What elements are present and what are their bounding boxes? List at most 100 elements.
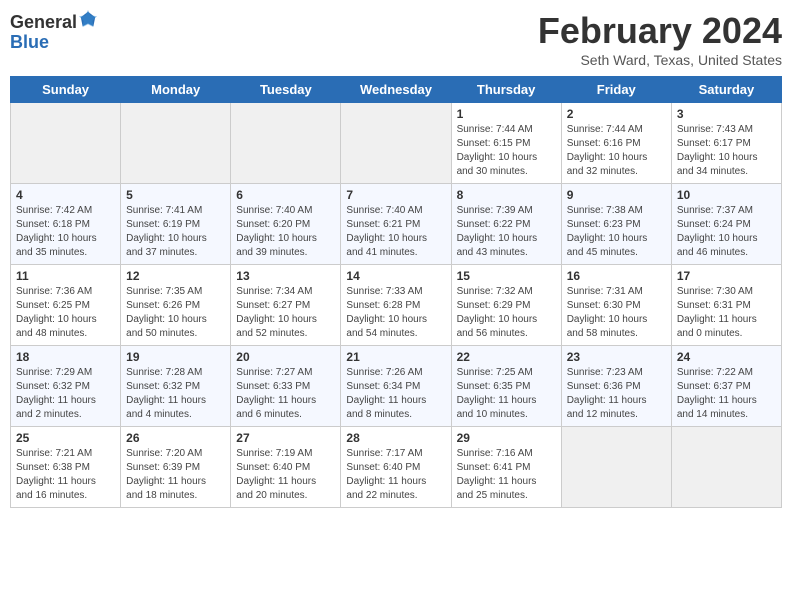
day-info: Sunrise: 7:20 AM Sunset: 6:39 PM Dayligh… (126, 447, 225, 503)
day-of-week-header: Friday (561, 77, 671, 103)
day-number: 6 (236, 188, 335, 202)
day-info: Sunrise: 7:17 AM Sunset: 6:40 PM Dayligh… (346, 447, 445, 503)
calendar-day-cell: 21Sunrise: 7:26 AM Sunset: 6:34 PM Dayli… (341, 346, 451, 427)
day-info: Sunrise: 7:38 AM Sunset: 6:23 PM Dayligh… (567, 204, 666, 260)
day-number: 10 (677, 188, 776, 202)
page-header: General Blue February 2024 Seth Ward, Te… (10, 10, 782, 68)
day-info: Sunrise: 7:33 AM Sunset: 6:28 PM Dayligh… (346, 285, 445, 341)
logo-icon (79, 10, 97, 28)
day-info: Sunrise: 7:44 AM Sunset: 6:16 PM Dayligh… (567, 123, 666, 179)
calendar-table: SundayMondayTuesdayWednesdayThursdayFrid… (10, 76, 782, 508)
day-of-week-header: Sunday (11, 77, 121, 103)
day-info: Sunrise: 7:43 AM Sunset: 6:17 PM Dayligh… (677, 123, 776, 179)
calendar-day-cell: 19 Sunrise: 7:28 AM Sunset: 6:32 PM Dayli… (121, 346, 231, 427)
calendar-week-row: 1 Sunrise: 7:44 AM Sunset: 6:15 PM Daylig… (11, 103, 782, 184)
day-number: 15 (457, 269, 556, 283)
calendar-day-cell: 16 Sunrise: 7:31 AM Sunset: 6:30 PM Dayli… (561, 265, 671, 346)
calendar-day-cell (121, 103, 231, 184)
day-info: Sunrise: 7:32 AM Sunset: 6:29 PM Dayligh… (457, 285, 556, 341)
day-info: Sunrise: 7:25 AM Sunset: 6:35 PM Dayligh… (457, 366, 556, 422)
calendar-day-cell: 29 Sunrise: 7:16 AM Sunset: 6:41 PM Dayli… (451, 427, 561, 508)
day-number: 23 (567, 350, 666, 364)
day-number: 29 (457, 431, 556, 445)
day-number: 18 (16, 350, 115, 364)
calendar-day-cell (341, 103, 451, 184)
day-of-week-header: Wednesday (341, 77, 451, 103)
day-number: 25 (16, 431, 115, 445)
calendar-day-cell: 15 Sunrise: 7:32 AM Sunset: 6:29 PM Dayli… (451, 265, 561, 346)
calendar-day-cell (11, 103, 121, 184)
calendar-day-cell: 13 Sunrise: 7:34 AM Sunset: 6:27 PM Dayli… (231, 265, 341, 346)
day-number: 24 (677, 350, 776, 364)
calendar-day-cell: 10 Sunrise: 7:37 AM Sunset: 6:24 PM Dayli… (671, 184, 781, 265)
day-info: Sunrise: 7:35 AM Sunset: 6:26 PM Dayligh… (126, 285, 225, 341)
day-of-week-header: Tuesday (231, 77, 341, 103)
calendar-day-cell: 7 Sunrise: 7:40 AM Sunset: 6:21 PM Daylig… (341, 184, 451, 265)
day-number: 8 (457, 188, 556, 202)
calendar-day-cell: 4 Sunrise: 7:42 AM Sunset: 6:18 PM Daylig… (11, 184, 121, 265)
day-info: Sunrise: 7:40 AM Sunset: 6:21 PM Dayligh… (346, 204, 445, 260)
calendar-day-cell: 20Sunrise: 7:27 AM Sunset: 6:33 PM Dayli… (231, 346, 341, 427)
calendar-day-cell (561, 427, 671, 508)
day-number: 19 (126, 350, 225, 364)
day-of-week-header: Monday (121, 77, 231, 103)
calendar-day-cell (231, 103, 341, 184)
calendar-day-cell: 17 Sunrise: 7:30 AM Sunset: 6:31 PM Dayli… (671, 265, 781, 346)
day-number: 22 (457, 350, 556, 364)
calendar-day-cell: 9 Sunrise: 7:38 AM Sunset: 6:23 PM Daylig… (561, 184, 671, 265)
day-info: Sunrise: 7:40 AM Sunset: 6:20 PM Dayligh… (236, 204, 335, 260)
calendar-day-cell: 28 Sunrise: 7:17 AM Sunset: 6:40 PM Dayli… (341, 427, 451, 508)
day-number: 4 (16, 188, 115, 202)
day-info: Sunrise: 7:19 AM Sunset: 6:40 PM Dayligh… (236, 447, 335, 503)
day-number: 9 (567, 188, 666, 202)
location-text: Seth Ward, Texas, United States (538, 52, 782, 68)
day-info: Sunrise: 7:44 AM Sunset: 6:15 PM Dayligh… (457, 123, 556, 179)
day-number: 17 (677, 269, 776, 283)
day-number: 16 (567, 269, 666, 283)
day-info: Sunrise: 7:31 AM Sunset: 6:30 PM Dayligh… (567, 285, 666, 341)
day-of-week-header: Thursday (451, 77, 561, 103)
calendar-day-cell: 12 Sunrise: 7:35 AM Sunset: 6:26 PM Dayli… (121, 265, 231, 346)
day-of-week-header: Saturday (671, 77, 781, 103)
day-info: Sunrise: 7:42 AM Sunset: 6:18 PM Dayligh… (16, 204, 115, 260)
calendar-day-cell: 8 Sunrise: 7:39 AM Sunset: 6:22 PM Daylig… (451, 184, 561, 265)
day-info: Sunrise: 7:22 AM Sunset: 6:37 PM Dayligh… (677, 366, 776, 422)
day-number: 3 (677, 107, 776, 121)
day-info: Sunrise: 7:29 AM Sunset: 6:32 PM Dayligh… (16, 366, 115, 422)
day-info: Sunrise: 7:41 AM Sunset: 6:19 PM Dayligh… (126, 204, 225, 260)
calendar-header-row: SundayMondayTuesdayWednesdayThursdayFrid… (11, 77, 782, 103)
logo: General Blue (10, 10, 97, 53)
calendar-day-cell: 25 Sunrise: 7:21 AM Sunset: 6:38 PM Dayli… (11, 427, 121, 508)
day-number: 12 (126, 269, 225, 283)
day-info: Sunrise: 7:21 AM Sunset: 6:38 PM Dayligh… (16, 447, 115, 503)
calendar-day-cell: 1 Sunrise: 7:44 AM Sunset: 6:15 PM Daylig… (451, 103, 561, 184)
day-info: Sunrise: 7:34 AM Sunset: 6:27 PM Dayligh… (236, 285, 335, 341)
calendar-week-row: 18 Sunrise: 7:29 AM Sunset: 6:32 PM Dayli… (11, 346, 782, 427)
calendar-day-cell: 22 Sunrise: 7:25 AM Sunset: 6:35 PM Dayli… (451, 346, 561, 427)
calendar-day-cell (671, 427, 781, 508)
day-info: Sunrise: 7:39 AM Sunset: 6:22 PM Dayligh… (457, 204, 556, 260)
calendar-week-row: 4 Sunrise: 7:42 AM Sunset: 6:18 PM Daylig… (11, 184, 782, 265)
day-number: 5 (126, 188, 225, 202)
day-number: 20 (236, 350, 335, 364)
day-number: 7 (346, 188, 445, 202)
day-info: Sunrise: 7:37 AM Sunset: 6:24 PM Dayligh… (677, 204, 776, 260)
day-info: Sunrise: 7:30 AM Sunset: 6:31 PM Dayligh… (677, 285, 776, 341)
day-info: Sunrise: 7:28 AM Sunset: 6:32 PM Dayligh… (126, 366, 225, 422)
day-info: Sunrise: 7:16 AM Sunset: 6:41 PM Dayligh… (457, 447, 556, 503)
day-number: 28 (346, 431, 445, 445)
title-block: February 2024 Seth Ward, Texas, United S… (538, 10, 782, 68)
logo-general-text: General (10, 12, 77, 32)
calendar-day-cell: 24 Sunrise: 7:22 AM Sunset: 6:37 PM Dayli… (671, 346, 781, 427)
day-number: 13 (236, 269, 335, 283)
calendar-day-cell: 14 Sunrise: 7:33 AM Sunset: 6:28 PM Dayli… (341, 265, 451, 346)
calendar-day-cell: 6 Sunrise: 7:40 AM Sunset: 6:20 PM Daylig… (231, 184, 341, 265)
calendar-day-cell: 11Sunrise: 7:36 AM Sunset: 6:25 PM Dayli… (11, 265, 121, 346)
day-number: 11 (16, 269, 115, 283)
day-number: 1 (457, 107, 556, 121)
calendar-day-cell: 2Sunrise: 7:44 AM Sunset: 6:16 PM Daylig… (561, 103, 671, 184)
calendar-day-cell: 27Sunrise: 7:19 AM Sunset: 6:40 PM Dayli… (231, 427, 341, 508)
calendar-day-cell: 23Sunrise: 7:23 AM Sunset: 6:36 PM Dayli… (561, 346, 671, 427)
calendar-day-cell: 26Sunrise: 7:20 AM Sunset: 6:39 PM Dayli… (121, 427, 231, 508)
day-number: 14 (346, 269, 445, 283)
